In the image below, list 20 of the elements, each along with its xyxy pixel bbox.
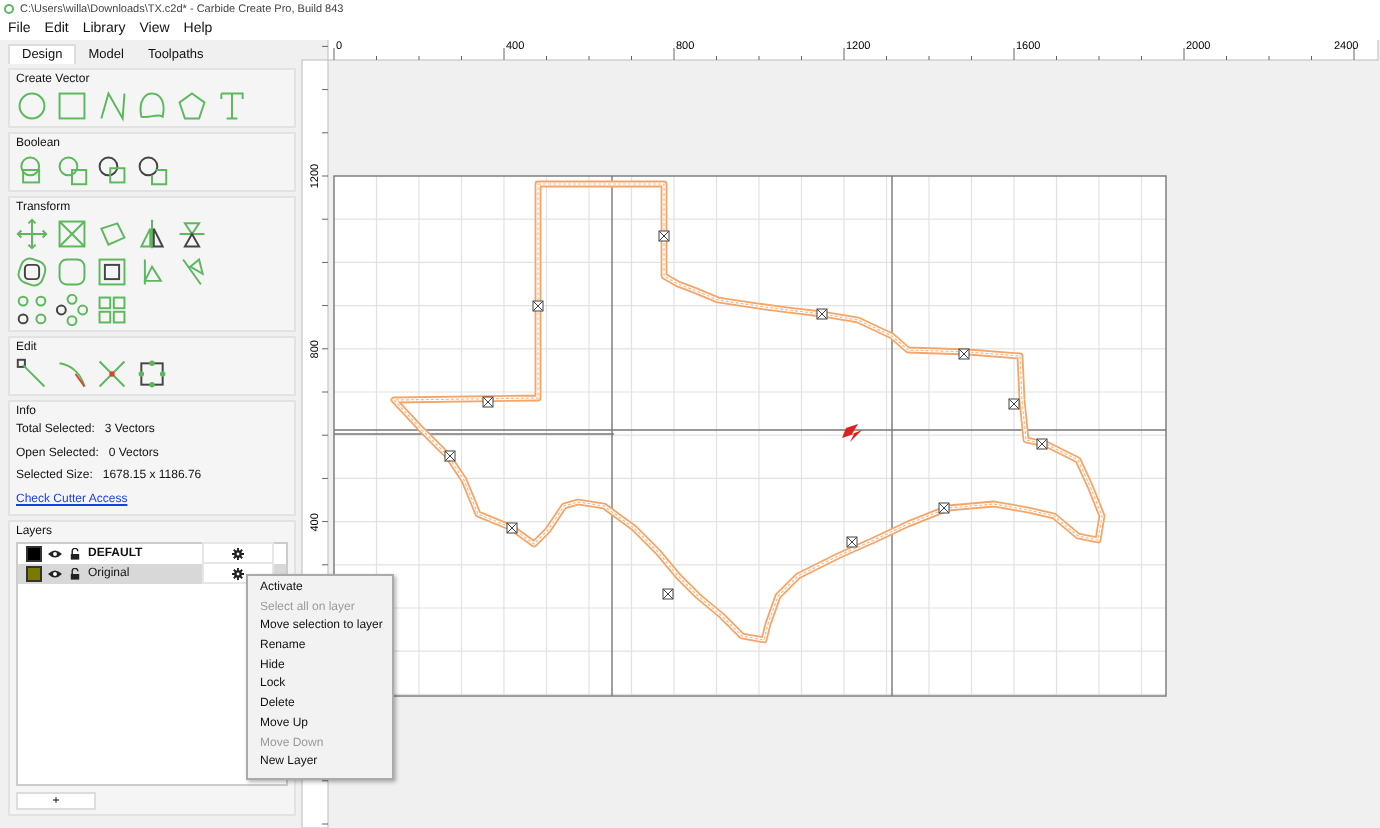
node-edit-icon[interactable] (16, 358, 48, 390)
layer-color-swatch[interactable] (26, 545, 42, 561)
layer-settings-button[interactable] (202, 542, 274, 564)
eye-icon[interactable] (48, 547, 62, 559)
lock-icon[interactable] (68, 547, 82, 559)
settings-icon (232, 547, 244, 559)
intersect-icon[interactable] (96, 154, 128, 186)
lock-icon[interactable] (68, 567, 82, 579)
exclude-icon[interactable] (136, 154, 168, 186)
align-icon[interactable] (176, 218, 208, 250)
offset-icon[interactable] (16, 256, 48, 288)
join-icon[interactable] (136, 358, 168, 390)
eye-icon[interactable] (48, 567, 62, 579)
circle-array-icon[interactable] (16, 294, 48, 326)
mirror-icon[interactable] (136, 218, 168, 250)
layer-color-swatch[interactable] (26, 565, 42, 581)
app-icon (4, 4, 14, 14)
circular-pattern-icon[interactable] (56, 294, 88, 326)
settings-icon (232, 567, 244, 579)
center-icon[interactable] (96, 256, 128, 288)
